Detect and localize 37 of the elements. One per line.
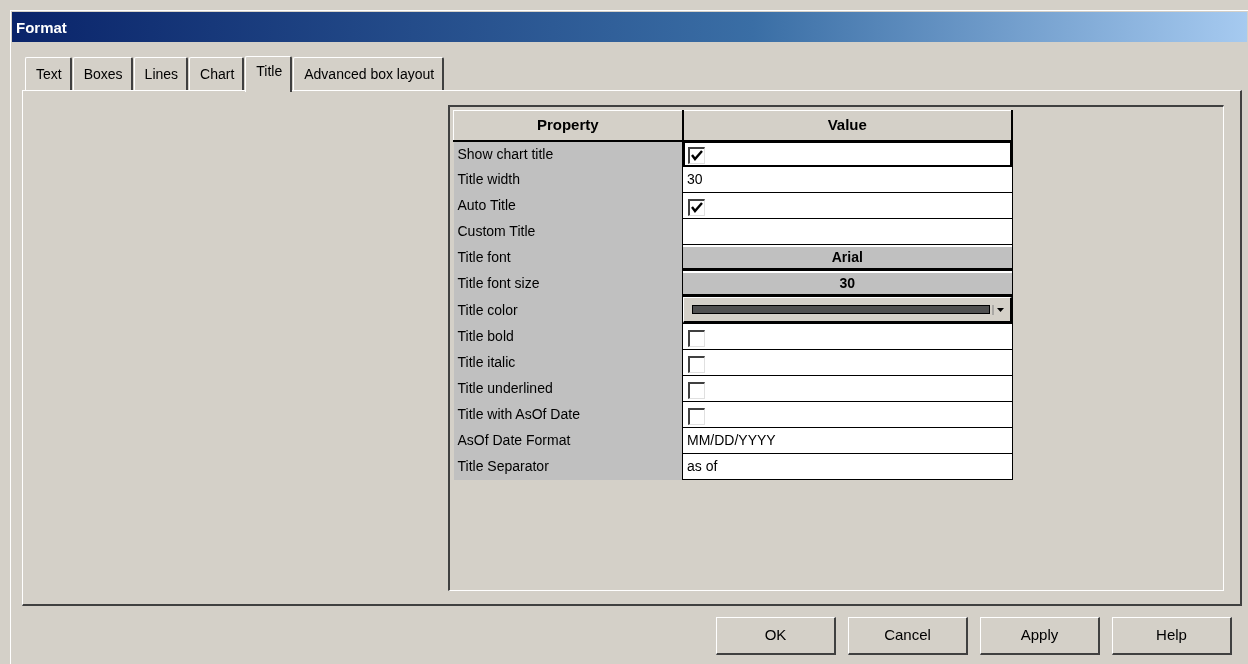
property-label: Title bold	[453, 323, 683, 350]
dialog-button[interactable]: Apply	[980, 617, 1100, 655]
checkbox[interactable]	[688, 147, 705, 165]
property-label: Custom Title	[453, 218, 683, 245]
checkbox[interactable]	[688, 330, 705, 347]
tab[interactable]: Chart	[189, 57, 245, 90]
column-header: Property	[453, 110, 683, 141]
value-field[interactable]	[682, 218, 1012, 245]
property-label: Title color	[453, 296, 683, 324]
checkbox[interactable]	[688, 382, 705, 399]
tab[interactable]: Title	[245, 56, 293, 92]
tab[interactable]: Text	[25, 57, 72, 90]
property-label: Show chart title	[453, 140, 683, 167]
tab[interactable]: Advanced box layout	[293, 57, 445, 90]
dropdown-arrow-icon	[991, 304, 1006, 315]
color-dropdown[interactable]	[683, 297, 1012, 323]
column-header: Value	[682, 110, 1012, 141]
property-label: Title font size	[453, 270, 683, 297]
font-button[interactable]: Arial	[683, 245, 1012, 270]
dialog-button[interactable]: Help	[1112, 617, 1232, 655]
checkbox[interactable]	[688, 408, 705, 425]
checkbox[interactable]	[688, 356, 705, 373]
property-label: AsOf Date Format	[453, 427, 683, 454]
property-label: Title italic	[453, 349, 683, 376]
property-label: Title underlined	[453, 375, 683, 402]
tab[interactable]: Boxes	[72, 57, 133, 90]
font-button[interactable]: 30	[683, 271, 1012, 296]
property-label: Auto Title	[453, 192, 683, 219]
window-title: Format	[12, 12, 1247, 42]
tab[interactable]: Lines	[133, 57, 189, 90]
property-label: Title width	[453, 166, 683, 193]
property-label: Title font	[453, 244, 683, 271]
dialog-button[interactable]: OK	[716, 617, 836, 655]
property-label: Title Separator	[453, 453, 683, 480]
property-label: Title with AsOf Date	[453, 401, 683, 428]
checkbox[interactable]	[688, 199, 705, 216]
dialog-button[interactable]: Cancel	[848, 617, 968, 655]
